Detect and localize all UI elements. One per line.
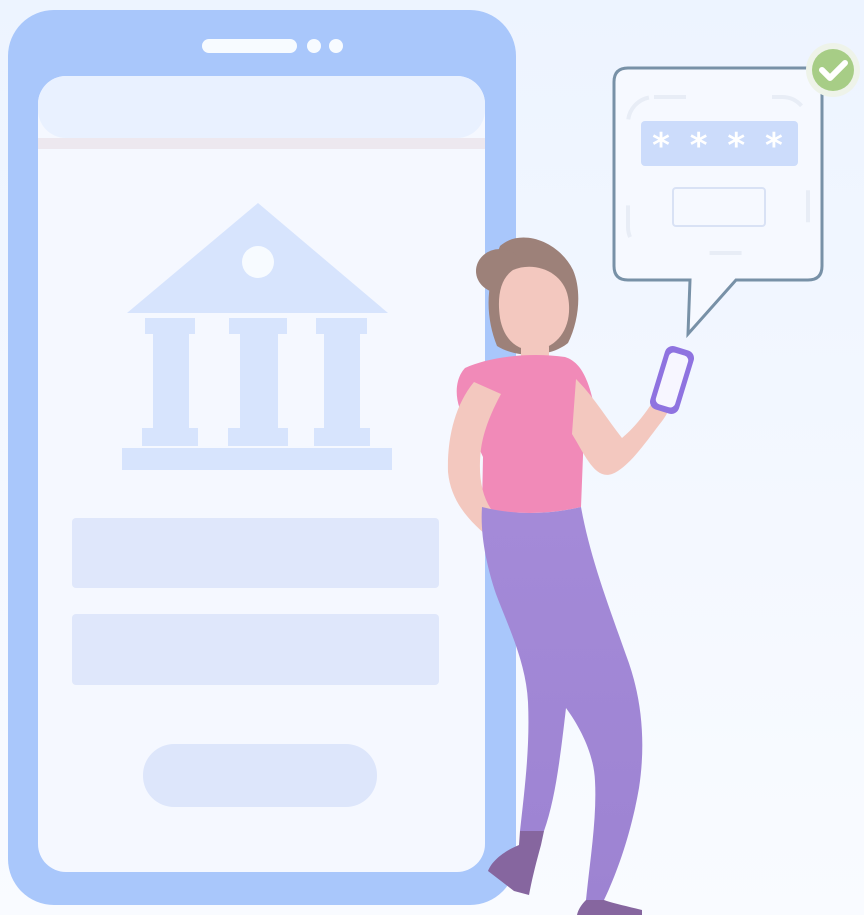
speaker-bar [202, 39, 297, 53]
bank-emblem-circle [242, 246, 274, 278]
username-field [72, 518, 439, 588]
scene-svg: * * * * [0, 0, 864, 915]
login-illustration: * * * * [0, 0, 864, 915]
phone-illustration [8, 10, 516, 905]
camera-dot-1 [307, 39, 321, 53]
password-field [72, 614, 439, 685]
checkmark-icon [806, 43, 860, 97]
phone-divider [38, 138, 485, 149]
login-button [143, 744, 377, 807]
camera-dot-2 [329, 39, 343, 53]
password-mask-text: * * * * [652, 126, 787, 166]
phone-header [38, 76, 485, 138]
